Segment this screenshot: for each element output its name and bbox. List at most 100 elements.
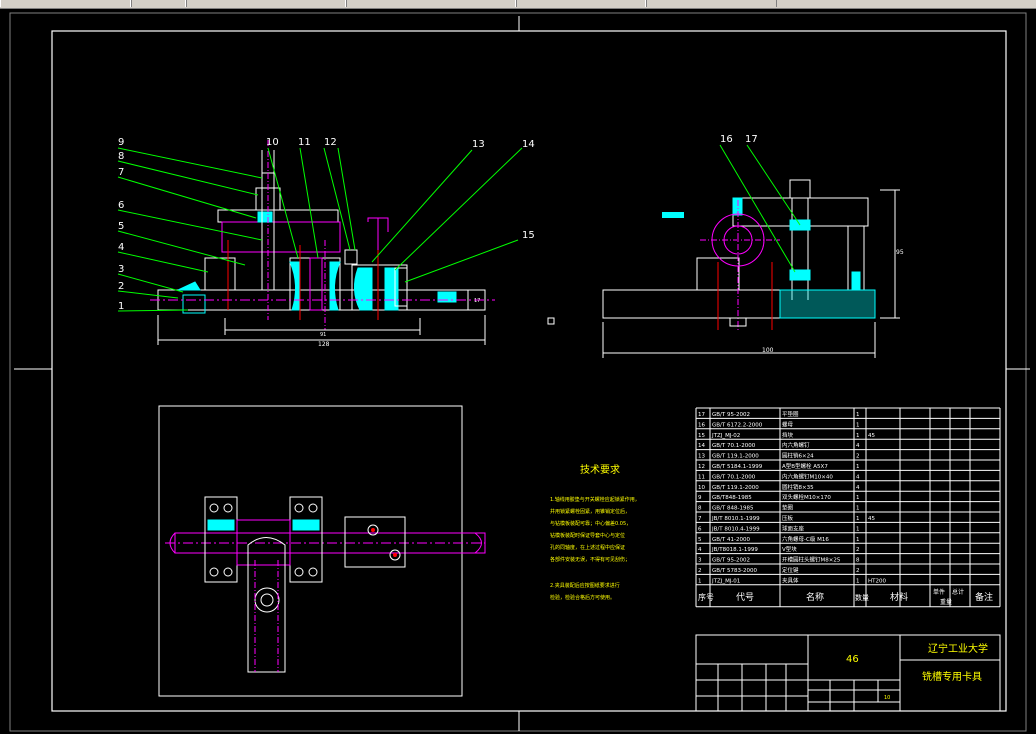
bom-header-code: 代号 <box>736 592 754 603</box>
balloon: 14 <box>522 139 535 150</box>
bom-cell-name: V型块 <box>782 545 797 553</box>
bom-cell-qty: 8 <box>856 558 860 564</box>
scale-value: 10 <box>884 695 890 701</box>
bom-cell-no: 7 <box>698 516 702 522</box>
bom-cell-code: GB/T 95-2002 <box>712 412 750 418</box>
bom-cell-name: 球面支座 <box>782 524 805 532</box>
bom-cell-code: JTZJ_MJ-01 <box>711 578 740 584</box>
tech-line: 检验，检验合格后方可使用。 <box>550 594 615 601</box>
bom-cell-qty: 1 <box>856 412 860 418</box>
tech-requirements: 技术要求 1.轴线用胶垫与开关螺栓应起锁紧作用， 并用锁紧螺栓固紧，用锥销定位后… <box>550 463 640 601</box>
dim-front-inner: 91 <box>320 332 326 338</box>
dim-front-width: 128 <box>318 341 330 348</box>
balloon: 16 <box>720 134 733 145</box>
bom-cell-no: 16 <box>698 422 705 428</box>
bom-cell-code: GB/T 70.1-2000 <box>712 443 756 449</box>
bom-cell-qty: 1 <box>856 578 860 584</box>
balloon: 13 <box>472 139 485 150</box>
balloon: 8 <box>118 151 124 162</box>
school-name: 辽宁工业大学 <box>928 642 988 655</box>
bom-cell-name: 圆柱销8×35 <box>782 483 814 491</box>
bom-cell-qty: 1 <box>856 526 860 532</box>
tech-line: 各部件安装无误，不得有可见刮伤； <box>550 556 630 563</box>
front-balloon-labels: 9 8 7 6 5 4 3 2 1 10 11 12 13 14 15 <box>118 137 535 312</box>
bom-cell-code: GB/T 70.1-2000 <box>712 474 756 480</box>
grip-handle[interactable] <box>547 317 555 325</box>
bom-cell-code: GB/T 41-2000 <box>712 537 750 543</box>
balloon: 6 <box>118 200 124 211</box>
tech-line: 并用锁紧螺栓固紧，用锥销定位后， <box>550 508 630 515</box>
bom-cell-no: 3 <box>698 558 702 564</box>
bom-cell-name: 垫圈 <box>782 504 794 512</box>
bom-cell-code: JB/T 8010.4-1999 <box>711 526 760 532</box>
balloon: 9 <box>118 137 124 148</box>
bom-cell-name: A型B型螺栓 A5X7 <box>782 462 828 470</box>
bom-cell-name: 定位键 <box>782 566 799 574</box>
tech-line: 1.轴线用胶垫与开关螺栓应起锁紧作用， <box>550 496 640 503</box>
tech-line: 孔的同轴度，在上述过程中应保证 <box>550 544 625 551</box>
bom-cell-no: 10 <box>698 485 705 491</box>
top-view <box>158 405 486 697</box>
balloon: 1 <box>118 301 124 312</box>
bom-header-total: 总计 <box>952 588 964 596</box>
bom-cell-qty: 2 <box>856 547 860 553</box>
bom-cell-code: GB/T 848-1985 <box>712 506 754 512</box>
drawing-title: 铣槽专用卡具 <box>922 670 982 683</box>
balloon: 10 <box>266 137 279 148</box>
bom-cell-material: 45 <box>868 433 875 439</box>
side-view-tag <box>662 212 684 218</box>
bom-cell-qty: 4 <box>856 443 860 449</box>
bom-cell-code: GB/T 5184.1-1999 <box>712 464 763 470</box>
front-leaders <box>117 147 523 312</box>
bom-cell-code: GB/T 119.1-2000 <box>712 454 759 460</box>
bom-cell-no: 8 <box>698 506 702 512</box>
tech-title: 技术要求 <box>580 463 620 476</box>
bom-cell-qty: 1 <box>856 495 860 501</box>
bom-cell-code: GB/T 5783-2000 <box>712 568 757 574</box>
bom-cell-name: 圆柱销6×24 <box>782 452 814 460</box>
bom-cell-code: GB/T 6172.2-2000 <box>712 422 763 428</box>
bom-header-remark: 备注 <box>975 591 993 603</box>
drawing-canvas[interactable]: 128 91 17 9 8 7 6 5 4 3 2 1 10 11 12 13 … <box>0 0 1036 734</box>
bom-cell-no: 11 <box>698 474 705 480</box>
bom-cell-code: GB/T848-1985 <box>712 495 752 501</box>
tech-line: 钻模板装配时保证导套中心与定位 <box>550 532 625 539</box>
bom-cell-qty: 1 <box>856 537 860 543</box>
bom-cell-material: HT200 <box>868 578 886 584</box>
cad-drawing-window: 128 91 17 9 8 7 6 5 4 3 2 1 10 11 12 13 … <box>0 0 1036 734</box>
bom-cell-name: 平垫圈 <box>782 410 799 418</box>
bom-cell-qty: 1 <box>856 506 860 512</box>
bom-cell-qty: 1 <box>856 433 860 439</box>
bom-cell-material: 45 <box>868 516 875 522</box>
balloon: 4 <box>118 242 124 253</box>
drawing-number: 46 <box>846 654 859 665</box>
bom-header-no: 序号 <box>698 592 714 602</box>
bom-header-weight: 重量 <box>940 598 952 606</box>
balloon: 17 <box>745 134 758 145</box>
side-view <box>602 179 900 358</box>
bom-cell-qty: 1 <box>856 516 860 522</box>
bom-cell-no: 14 <box>698 443 705 449</box>
dim-side-width: 100 <box>762 347 774 354</box>
tech-line: 与钻模板装配可靠；中心偏差0.05， <box>550 520 631 527</box>
bom-cell-code: GB/T 119.1-2000 <box>712 485 759 491</box>
bom-header-name: 名称 <box>806 591 824 603</box>
dim-side-height: 95 <box>896 249 904 256</box>
balloon: 7 <box>118 167 124 178</box>
bom-header-unit: 单件 <box>933 588 945 596</box>
bom-header-qty: 数量 <box>855 593 869 602</box>
bom-cell-qty: 4 <box>856 485 860 491</box>
bom-cell-name: 夹具体 <box>782 576 799 584</box>
bom-cell-code: GB/T 95-2002 <box>712 558 750 564</box>
dim-front-height: 17 <box>474 298 480 304</box>
tech-line: 2.夹具装配后应按图纸要求进行 <box>550 582 620 589</box>
bom-cell-name: 挡块 <box>782 431 794 439</box>
bom-cell-qty: 2 <box>856 568 860 574</box>
bom-cell-name: 开槽圆柱头螺钉M8×25 <box>782 556 841 564</box>
bom-cell-code: JTZJ_MJ-02 <box>711 433 740 439</box>
top-view-base <box>158 405 463 697</box>
balloon: 3 <box>118 264 124 275</box>
bom-cell-no: 5 <box>698 537 702 543</box>
front-view <box>150 140 495 345</box>
bom-cell-name: 六角螺母-C级 M16 <box>782 535 829 543</box>
